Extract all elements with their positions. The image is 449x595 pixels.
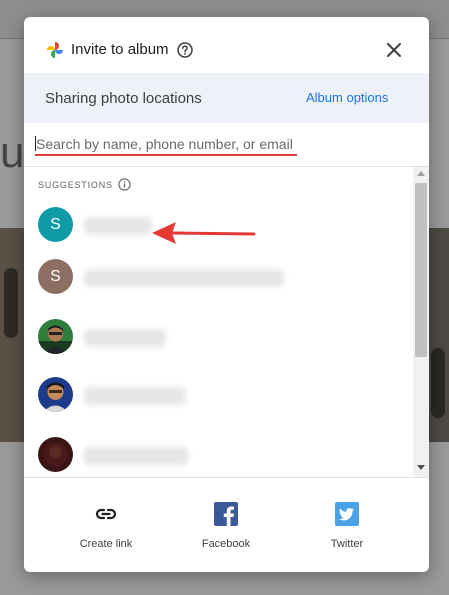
contact-name-redacted bbox=[84, 387, 186, 405]
annotation-underline bbox=[35, 154, 297, 156]
dialog-title: Invite to album bbox=[71, 41, 169, 58]
contact-name-redacted bbox=[84, 269, 284, 287]
avatar: S bbox=[38, 259, 73, 294]
create-link-button[interactable]: Create link bbox=[66, 502, 146, 552]
twitter-button[interactable]: Twitter bbox=[307, 502, 387, 552]
close-icon[interactable] bbox=[385, 41, 403, 59]
suggestion-item[interactable] bbox=[24, 311, 413, 363]
divider bbox=[24, 477, 429, 478]
text-cursor bbox=[35, 136, 36, 151]
contact-name-redacted bbox=[84, 217, 152, 235]
suggestions-list: SUGGESTIONS S S bbox=[24, 167, 413, 477]
share-option-label: Twitter bbox=[330, 538, 364, 550]
contact-name-redacted bbox=[84, 447, 188, 465]
info-icon[interactable] bbox=[118, 178, 131, 191]
facebook-icon bbox=[214, 502, 238, 526]
search-field[interactable] bbox=[35, 134, 296, 156]
scrollbar-thumb[interactable] bbox=[415, 183, 427, 357]
suggestion-item[interactable]: S bbox=[24, 251, 413, 303]
link-icon bbox=[95, 508, 117, 520]
avatar: S bbox=[38, 207, 73, 242]
background-photo-right bbox=[428, 228, 449, 442]
share-option-label: Create link bbox=[79, 538, 133, 550]
suggestion-item[interactable] bbox=[24, 429, 413, 477]
twitter-icon bbox=[335, 502, 359, 526]
suggestions-heading: SUGGESTIONS bbox=[38, 180, 113, 190]
invite-dialog: Invite to album Sharing photo locations … bbox=[24, 17, 429, 572]
search-input[interactable] bbox=[36, 134, 296, 154]
suggestion-item[interactable] bbox=[24, 369, 413, 421]
background-text: u bbox=[0, 128, 25, 177]
help-icon[interactable] bbox=[177, 42, 193, 58]
google-photos-icon bbox=[47, 42, 63, 58]
scroll-down-arrow-icon[interactable] bbox=[417, 465, 425, 470]
avatar-photo bbox=[38, 437, 73, 472]
facebook-button[interactable]: Facebook bbox=[186, 502, 266, 552]
sharing-locations-label: Sharing photo locations bbox=[45, 90, 202, 107]
album-options-button[interactable]: Album options bbox=[306, 90, 388, 105]
avatar-photo bbox=[38, 377, 73, 412]
annotation-arrow-icon bbox=[152, 222, 256, 244]
scroll-up-arrow-icon[interactable] bbox=[417, 171, 425, 176]
scrollbar[interactable] bbox=[413, 167, 429, 477]
avatar-photo bbox=[38, 319, 73, 354]
contact-name-redacted bbox=[84, 329, 166, 347]
share-option-label: Facebook bbox=[201, 538, 251, 550]
